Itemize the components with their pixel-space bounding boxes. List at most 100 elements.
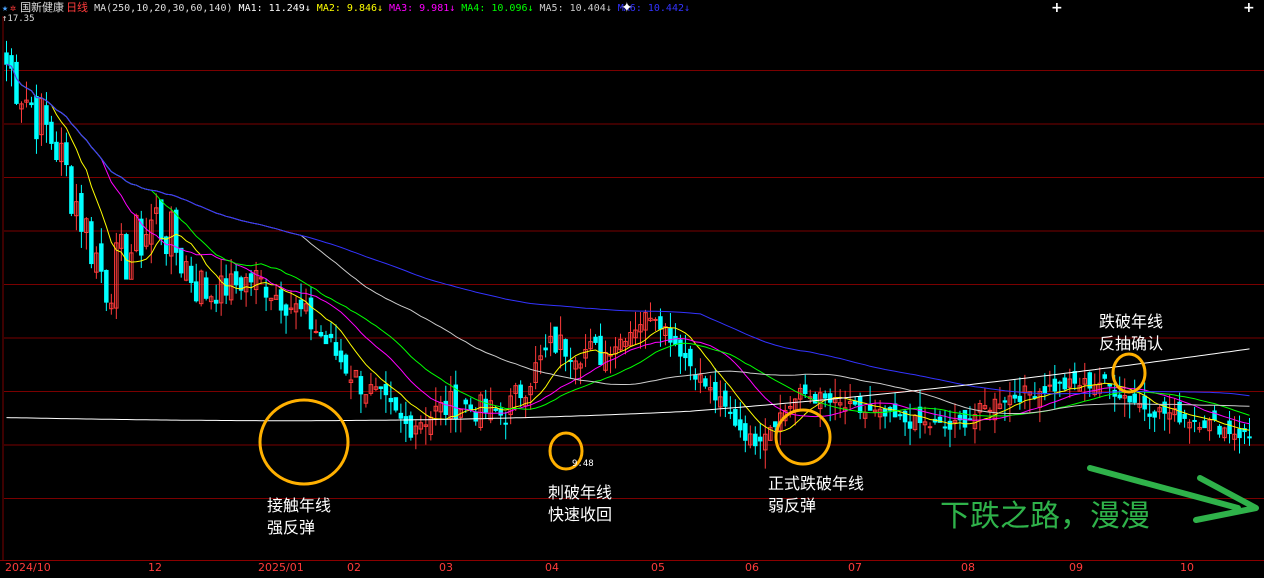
ma-indicator-5: MA5: 10.404↓ [539, 3, 612, 14]
ma-params[interactable]: MA(250,10,20,30,60,140) [94, 1, 232, 17]
candle-body [678, 339, 683, 357]
candle-body [987, 409, 993, 412]
candle-body [1227, 420, 1232, 435]
candle-body [313, 330, 319, 333]
candle-body [69, 166, 74, 214]
annotation-touch-annual-line: 接触年线 强反弹 [267, 496, 332, 537]
x-tick-label: 2025/01 [258, 561, 304, 574]
candlesticks [4, 40, 1252, 469]
candle-body [1052, 378, 1058, 392]
candle-body [443, 400, 449, 416]
ma-indicator-1: MA1: 11.249↓ [238, 3, 311, 14]
candle-body [333, 342, 339, 356]
candle-body [1217, 425, 1222, 435]
candle-body [1237, 428, 1242, 439]
candle-body [723, 390, 728, 407]
high-price-label: ↑17.35 [2, 14, 35, 24]
candle-body [104, 269, 109, 303]
candle-body [703, 378, 708, 387]
candle-body [852, 400, 858, 405]
candle-body [124, 234, 129, 280]
candle-body [29, 102, 34, 106]
candle-body [907, 421, 913, 429]
candle-body [743, 423, 748, 441]
candle-body [193, 281, 199, 302]
candle-body [1162, 401, 1167, 414]
candle-body [378, 386, 384, 389]
candle-body [503, 422, 508, 425]
candle-body [563, 339, 568, 357]
candle-body [673, 335, 678, 345]
candle-body [14, 61, 19, 104]
period-label[interactable]: 日线 [66, 0, 88, 16]
candle-body [388, 397, 394, 403]
candle-body [398, 412, 404, 419]
candle-body [1012, 394, 1018, 399]
candle-body [483, 398, 488, 413]
candle-body [49, 121, 54, 144]
expand-icon[interactable]: + [1051, 0, 1063, 16]
candle-body [758, 436, 763, 442]
x-tick-label: 03 [439, 561, 453, 574]
candle-body [1117, 394, 1122, 399]
candle-body [1147, 413, 1152, 417]
candle-body [213, 299, 219, 304]
candle-body [713, 381, 718, 401]
candle-body [54, 141, 59, 161]
candle-body [802, 384, 808, 394]
highlight-circle [258, 398, 350, 486]
candle-body [927, 426, 933, 429]
x-tick-label: 02 [347, 561, 361, 574]
candle-body [263, 286, 269, 298]
slogan-text: 下跌之路，漫漫 [940, 499, 1150, 534]
candle-body [4, 52, 9, 65]
candle-body [543, 347, 548, 351]
candle-body [318, 331, 324, 337]
price-gridlines [1, 16, 1264, 577]
ma60-line [6, 63, 1250, 414]
candle-body [89, 221, 94, 265]
kline-chart [1, 16, 1264, 577]
candle-body [1072, 371, 1078, 384]
candle-body [728, 411, 733, 414]
candle-body [947, 420, 953, 430]
annotation-break-annual-line: 正式跌破年线 弱反弹 [768, 474, 865, 515]
candle-body [733, 409, 738, 426]
candle-body [1102, 374, 1107, 379]
candle-body [178, 247, 184, 274]
candle-body [942, 426, 948, 429]
x-tick-label: 04 [545, 561, 559, 574]
candle-body [1057, 381, 1063, 384]
candle-body [343, 354, 349, 374]
candle-body [738, 419, 743, 431]
x-tick-label: 08 [961, 561, 975, 574]
candle-body [822, 393, 828, 399]
candle-body [248, 273, 254, 283]
candle-body [393, 397, 399, 411]
candle-body [1247, 436, 1252, 439]
ma-indicator-2: MA2: 9.846↓ [316, 3, 384, 14]
highlight-circle [774, 408, 832, 466]
candle-body [917, 406, 923, 424]
candle-body [283, 304, 289, 316]
candle-body [278, 289, 284, 311]
candle-body [1002, 400, 1008, 403]
candle-body [468, 404, 473, 410]
candle-body [408, 415, 414, 438]
candle-body [308, 297, 314, 330]
candle-body [827, 393, 833, 403]
add-indicator-icon[interactable]: ✦ [621, 0, 633, 16]
candle-body [1202, 420, 1207, 429]
candle-body [598, 335, 603, 366]
candle-body [298, 299, 304, 310]
candle-body [1192, 419, 1197, 422]
candle-body [812, 393, 818, 404]
maximize-icon[interactable]: + [1243, 0, 1255, 16]
candle-body [773, 421, 778, 428]
candle-body [188, 265, 194, 283]
candle-body [473, 411, 478, 422]
candle-body [64, 142, 69, 166]
candle-body [658, 316, 663, 330]
candle-body [518, 384, 523, 399]
candle-body [79, 193, 84, 232]
